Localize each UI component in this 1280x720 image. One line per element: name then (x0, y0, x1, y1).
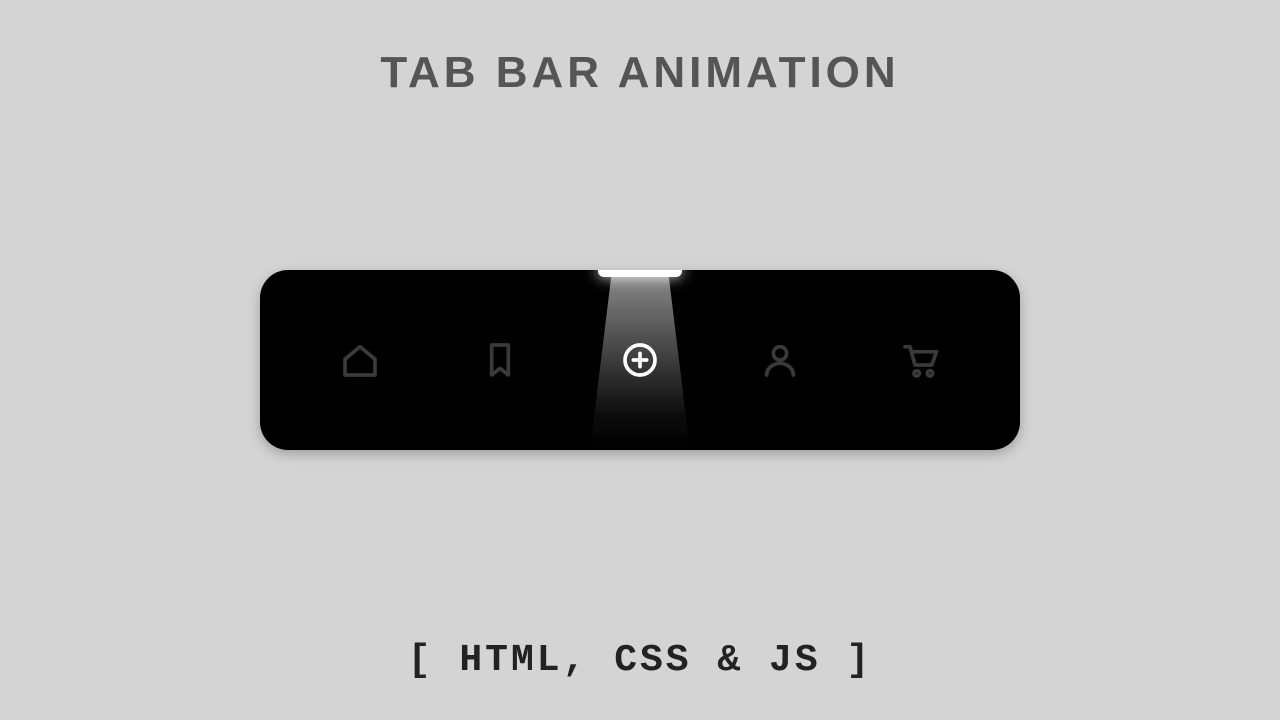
tab-profile[interactable] (710, 270, 850, 450)
bookmark-icon (476, 336, 524, 384)
tab-bar (260, 270, 1020, 450)
cart-icon (896, 336, 944, 384)
user-icon (756, 336, 804, 384)
plus-circle-icon (616, 336, 664, 384)
home-icon (336, 336, 384, 384)
page-title: TAB BAR ANIMATION (0, 48, 1280, 98)
tab-home[interactable] (290, 270, 430, 450)
tab-add[interactable] (570, 270, 710, 450)
page-subtitle: [ HTML, CSS & JS ] (0, 639, 1280, 682)
tab-bookmark[interactable] (430, 270, 570, 450)
tab-cart[interactable] (850, 270, 990, 450)
